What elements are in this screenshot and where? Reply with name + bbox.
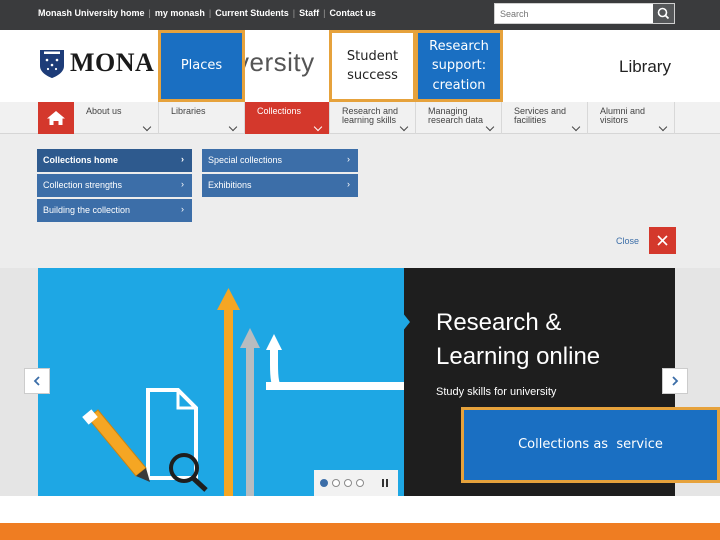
carousel-next-button[interactable]	[662, 368, 688, 394]
research-illustration-icon	[82, 288, 404, 496]
nav-label: About us	[86, 106, 122, 116]
carousel-dot[interactable]	[344, 479, 352, 487]
highlight-collections-as-service: Collections as service	[461, 407, 720, 483]
slide-title[interactable]: Research & Learning online	[436, 306, 600, 374]
library-title: Library	[619, 57, 671, 76]
link-current-students[interactable]: Current Students	[215, 8, 289, 18]
slide-title-line1: Research &	[436, 309, 562, 336]
separator: |	[148, 8, 151, 18]
dropdown-building-collection[interactable]: Building the collection ›	[37, 199, 192, 222]
nav-managing-research-data[interactable]: Managing research data	[416, 102, 502, 134]
university-logo-text[interactable]: MONA versity	[70, 47, 314, 78]
search-box	[494, 3, 675, 24]
chevron-down-icon	[313, 122, 323, 132]
search-icon	[657, 7, 670, 20]
carousel-pause-button[interactable]	[372, 470, 398, 496]
footer-accent-strip	[0, 523, 720, 540]
search-input[interactable]	[495, 4, 653, 23]
page-gap	[0, 496, 720, 523]
highlight-research-support: Research support: creation	[415, 30, 503, 102]
chevron-right-icon: ›	[347, 154, 350, 164]
link-monash-home[interactable]: Monash University home	[38, 8, 145, 18]
link-my-monash[interactable]: my monash	[155, 8, 205, 18]
dropdown-label: Special collections	[208, 155, 283, 165]
nav-label: Libraries	[171, 106, 206, 116]
dropdown-label: Building the collection	[43, 205, 131, 215]
dropdown-exhibitions[interactable]: Exhibitions ›	[202, 174, 358, 197]
search-button[interactable]	[653, 4, 674, 23]
highlight-research-line1: Research	[429, 38, 489, 54]
highlight-collections-label: Collections as service	[518, 437, 663, 453]
nav-collections[interactable]: Collections	[245, 102, 330, 134]
nav-alumni-visitors[interactable]: Alumni and visitors	[588, 102, 675, 134]
separator: |	[208, 8, 212, 18]
chevron-right-icon: ›	[181, 204, 184, 214]
carousel-dot[interactable]	[332, 479, 340, 487]
monash-crest-icon[interactable]	[38, 48, 66, 80]
carousel-dot[interactable]	[320, 479, 328, 487]
nav-research-learning-skills[interactable]: Research and learning skills	[330, 102, 416, 134]
logo-text-right: versity	[236, 47, 315, 77]
highlight-research-line3: creation	[432, 77, 486, 93]
slide-illustration	[38, 268, 404, 496]
chevron-right-icon	[672, 376, 679, 386]
link-staff[interactable]: Staff	[299, 8, 319, 18]
nav-label: Collections	[257, 106, 302, 116]
carousel-dot[interactable]	[356, 479, 364, 487]
chevron-down-icon	[228, 122, 238, 132]
highlight-student-line2: success	[347, 68, 398, 83]
separator: |	[292, 8, 296, 18]
nav-services-facilities[interactable]: Services and facilities	[502, 102, 588, 134]
dropdown-special-collections[interactable]: Special collections ›	[202, 149, 358, 172]
nav-home-button[interactable]	[38, 102, 74, 134]
dropdown-collection-strengths[interactable]: Collection strengths ›	[37, 174, 192, 197]
pointer-icon	[402, 312, 410, 332]
slide-title-line2: Learning online	[436, 343, 601, 370]
link-contact-us[interactable]: Contact us	[329, 8, 376, 18]
nav-about-us[interactable]: About us	[74, 102, 159, 134]
utility-links: Monash University home | my monash | Current…	[38, 8, 376, 18]
highlight-places-label: Places	[180, 58, 223, 74]
dropdown-collections-home[interactable]: Collections home ›	[37, 149, 192, 172]
chevron-right-icon: ›	[181, 154, 184, 164]
utility-bar: Monash University home | my monash | Current…	[0, 0, 720, 30]
close-icon	[657, 235, 668, 246]
dropdown-label: Exhibitions	[208, 180, 252, 190]
main-nav: About us Libraries Collections Research …	[0, 102, 720, 134]
separator: |	[323, 8, 326, 18]
highlight-student-line1: Student	[346, 48, 399, 64]
logo-text-left: MONA	[70, 48, 155, 77]
highlight-places: Places	[158, 30, 245, 102]
pause-icon	[382, 479, 388, 487]
home-icon	[47, 111, 65, 125]
close-button[interactable]	[649, 227, 676, 254]
slide-subtitle[interactable]: Study skills for university	[436, 386, 556, 398]
dropdown-label: Collections home	[43, 155, 119, 165]
chevron-left-icon	[33, 376, 40, 386]
chevron-right-icon: ›	[347, 179, 350, 189]
nav-libraries[interactable]: Libraries	[159, 102, 245, 134]
highlight-student-success: Student success	[329, 30, 416, 102]
dropdown-label: Collection strengths	[43, 180, 123, 190]
highlight-research-line2: support:	[431, 58, 487, 74]
close-link[interactable]: Close	[616, 236, 639, 246]
carousel-prev-button[interactable]	[24, 368, 50, 394]
chevron-right-icon: ›	[181, 179, 184, 189]
chevron-down-icon	[142, 122, 152, 132]
